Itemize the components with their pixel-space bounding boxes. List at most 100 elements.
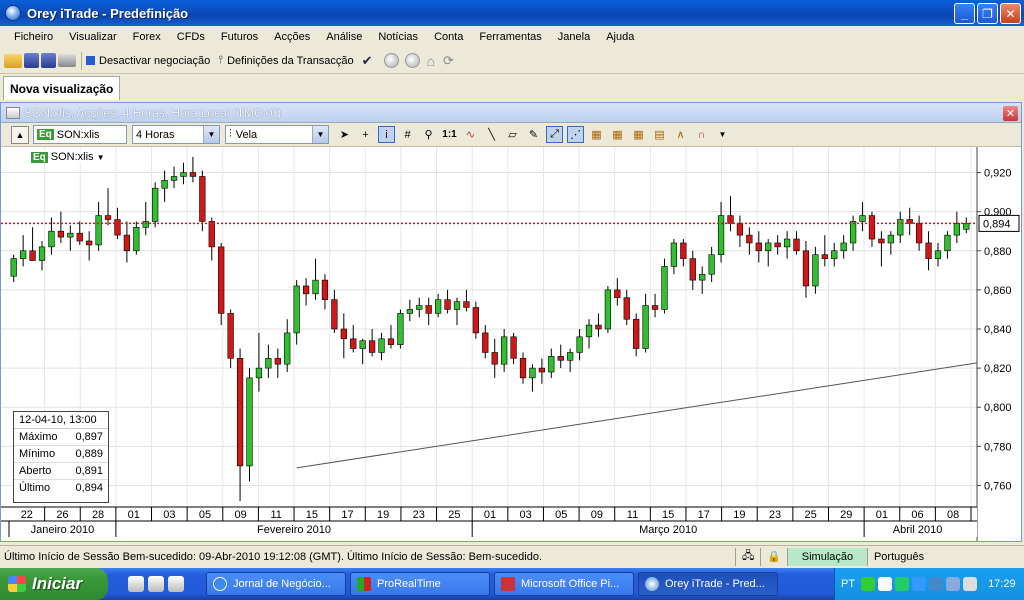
tab-strip: Nova visualização [0, 74, 1024, 100]
status-message: Último Início de Sessão Bem-sucedido: 09… [4, 550, 543, 563]
maximize-button[interactable]: ❐ [977, 3, 998, 24]
task-label: Jornal de Negócio... [233, 578, 331, 590]
minimize-button[interactable]: _ [954, 3, 975, 24]
collapse-toggle-button[interactable]: ▲ [11, 125, 29, 144]
candle-body [793, 238, 800, 252]
time-axis: 22 26 28 01 03 05 09 11 15 17 19 23 25 01 03 05 09 11 15 17… [1, 506, 977, 537]
menu-noticias[interactable]: Notícias [370, 31, 426, 43]
chart-close-button[interactable]: ✕ [1003, 106, 1018, 121]
window-titlebar[interactable]: Orey iTrade - Predefinição _ ❐ ✕ [0, 0, 1024, 26]
printer-icon[interactable] [58, 54, 76, 67]
task-label: Microsoft Office Pi... [521, 578, 620, 590]
candle-body [340, 328, 347, 340]
deactivate-trading-button[interactable]: Desactivar negociação [86, 55, 210, 67]
day-tick-label: 25 [805, 509, 817, 521]
menu-futuros[interactable]: Futuros [213, 31, 266, 43]
wave-icon[interactable]: ∧ [672, 126, 689, 143]
tray-icon-3[interactable] [895, 577, 910, 591]
back-icon[interactable] [383, 53, 399, 68]
tray-icon-2[interactable] [878, 577, 893, 591]
data-window-panel: 12-04-10, 13:00 Máximo 0,897 Mínimo 0,88… [13, 411, 109, 503]
chart-toolbar: ▲ Eq SON:xlis 4 Horas ▼ ⫶ Vela ▼ ➤ + i #… [1, 123, 1021, 147]
task-jornal[interactable]: Jornal de Negócio... [206, 572, 346, 596]
menu-analise[interactable]: Análise [318, 31, 370, 43]
template-icon-3[interactable]: ▦ [630, 126, 647, 143]
template-icon-4[interactable]: ▤ [651, 126, 668, 143]
tab-nova-visualizacao[interactable]: Nova visualização [3, 76, 121, 100]
save-as-icon[interactable] [41, 53, 56, 68]
menu-ajuda[interactable]: Ajuda [598, 31, 642, 43]
start-label: Iniciar [32, 574, 83, 593]
auto-scale-icon[interactable]: ⤢ [546, 126, 563, 143]
symbol-field[interactable]: Eq SON:xlis [33, 125, 127, 144]
forward-icon[interactable] [404, 53, 420, 68]
candle-body [331, 299, 338, 330]
square-icon [86, 56, 95, 65]
magnet-tool-icon[interactable]: ∩ [693, 126, 710, 143]
chart-titlebar[interactable]: SON:xlis, Acções, 4 Horas, Hora Local (T… [1, 103, 1021, 123]
timeframe-select[interactable]: 4 Horas ▼ [132, 125, 220, 144]
menu-ficheiro[interactable]: Ficheiro [6, 31, 61, 43]
checkmark-icon[interactable]: ✔ [362, 53, 373, 69]
input-language[interactable]: PT [841, 578, 855, 590]
network-icon[interactable]: 🖧 [735, 547, 760, 566]
magnet-icon[interactable]: ⋰ [567, 126, 584, 143]
chart-legend[interactable]: Eq SON:xlis ▼ [31, 151, 105, 163]
home-icon[interactable]: ⌂ [427, 53, 435, 69]
menu-cfds[interactable]: CFDs [169, 31, 213, 43]
refresh-icon[interactable]: ⟳ [443, 53, 454, 69]
task-orey-itrade[interactable]: Orey iTrade - Pred... [638, 572, 778, 596]
more-tools-icon[interactable]: ▼ [714, 126, 731, 143]
language-indicator[interactable]: Português [866, 547, 930, 566]
menu-visualizar[interactable]: Visualizar [61, 31, 125, 43]
candle-body [133, 227, 140, 252]
template-icon-2[interactable]: ▦ [609, 126, 626, 143]
chart-style-select[interactable]: ⫶ Vela ▼ [225, 125, 329, 144]
candle-body [142, 221, 149, 228]
candle-body [170, 176, 178, 181]
quick-launch [128, 576, 184, 592]
save-icon[interactable] [24, 53, 39, 68]
eraser-icon[interactable]: ▱ [504, 126, 521, 143]
cursor-arrow-icon[interactable]: ➤ [336, 126, 353, 143]
data-window-icon[interactable]: i [378, 126, 395, 143]
quicklaunch-icon-2[interactable] [148, 576, 164, 592]
zoom-icon[interactable]: ⚲ [420, 126, 437, 143]
lock-icon[interactable]: 🔒 [760, 547, 787, 566]
candle-body [934, 250, 942, 259]
close-button[interactable]: ✕ [1000, 3, 1021, 24]
volume-icon[interactable] [963, 577, 978, 591]
transaction-settings-button[interactable]: ⫯ Definições da Transacção [218, 54, 353, 67]
row-value: 0,897 [75, 431, 103, 443]
tray-icon-6[interactable] [946, 577, 961, 591]
tray-icon-1[interactable] [861, 577, 876, 591]
menu-conta[interactable]: Conta [426, 31, 471, 43]
quicklaunch-icon-3[interactable] [168, 576, 184, 592]
day-tick-label: 09 [234, 509, 246, 521]
crosshair-icon[interactable]: + [357, 126, 374, 143]
pencil-icon[interactable]: ✎ [525, 126, 542, 143]
candlestick-chart[interactable]: 0,9200,9000,8800,8600,8400,8200,8000,780… [1, 147, 1021, 541]
task-prorealtime[interactable]: ProRealTime [350, 572, 490, 596]
app-icon [5, 5, 21, 21]
tray-icon-5[interactable] [929, 577, 944, 591]
candle-body [416, 305, 423, 310]
task-office-picture[interactable]: Microsoft Office Pi... [494, 572, 634, 596]
symbol-value: SON:xlis [56, 128, 100, 141]
indicator-icon[interactable]: ∿ [462, 126, 479, 143]
start-button[interactable]: Iniciar [0, 568, 108, 600]
open-folder-icon[interactable] [4, 53, 22, 68]
line-tool-icon[interactable]: ╲ [483, 126, 500, 143]
main-toolbar: Desactivar negociação ⫯ Definições da Tr… [0, 48, 1024, 74]
ratio-button[interactable]: 1:1 [441, 126, 458, 143]
tray-icon-4[interactable] [912, 577, 927, 591]
plot-area [1, 147, 977, 541]
quicklaunch-icon-1[interactable] [128, 576, 144, 592]
menu-forex[interactable]: Forex [125, 31, 169, 43]
grid-icon[interactable]: # [399, 126, 416, 143]
template-icon-1[interactable]: ▦ [588, 126, 605, 143]
menu-janela[interactable]: Janela [550, 31, 598, 43]
menu-accoes[interactable]: Acções [266, 31, 318, 43]
menu-ferramentas[interactable]: Ferramentas [471, 31, 549, 43]
candle-body [887, 234, 894, 244]
